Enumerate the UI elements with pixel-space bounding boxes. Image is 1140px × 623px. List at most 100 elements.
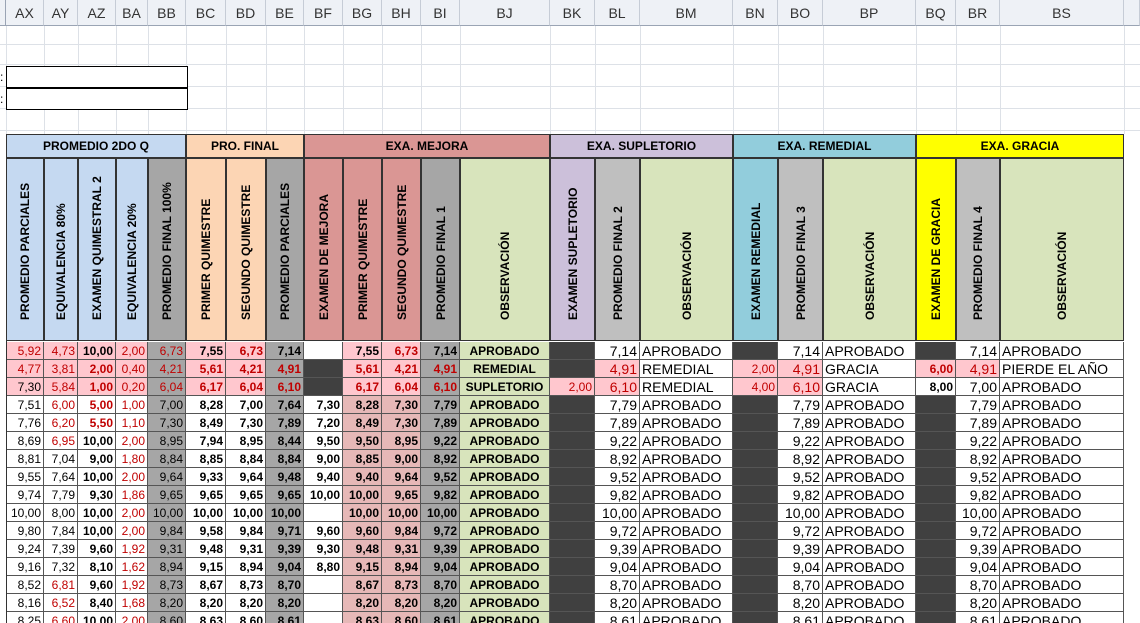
table-cell[interactable]: [550, 414, 595, 432]
table-cell[interactable]: 6,73: [382, 342, 421, 360]
table-cell[interactable]: 9,40: [343, 468, 382, 486]
column-header-bk[interactable]: BK: [550, 0, 595, 26]
table-cell[interactable]: 7,55: [343, 342, 382, 360]
table-cell[interactable]: APROBADO: [1000, 396, 1124, 414]
table-cell[interactable]: [550, 594, 595, 612]
table-cell[interactable]: APROBADO: [823, 576, 916, 594]
table-cell[interactable]: 10,00: [78, 342, 116, 360]
table-cell[interactable]: [733, 468, 778, 486]
column-header-ba[interactable]: BA: [116, 0, 148, 26]
table-cell[interactable]: 7,79: [778, 396, 823, 414]
table-cell[interactable]: APROBADO: [823, 558, 916, 576]
column-header-bf[interactable]: BF: [304, 0, 343, 26]
table-cell[interactable]: 8,40: [78, 594, 116, 612]
table-cell[interactable]: 8,00: [916, 378, 956, 396]
table-cell[interactable]: 4,91: [956, 360, 1000, 378]
table-cell[interactable]: 2,00: [78, 360, 116, 378]
table-cell[interactable]: 5,61: [343, 360, 382, 378]
table-cell[interactable]: 8,60: [148, 612, 186, 623]
table-cell[interactable]: 8,20: [778, 594, 823, 612]
table-cell[interactable]: 9,31: [382, 540, 421, 558]
table-cell[interactable]: 2,00: [550, 378, 595, 396]
table-cell[interactable]: REMEDIAL: [640, 360, 733, 378]
table-cell[interactable]: 9,60: [343, 522, 382, 540]
table-cell[interactable]: 5,50: [78, 414, 116, 432]
table-cell[interactable]: 2,00: [116, 612, 148, 623]
table-cell[interactable]: 4,21: [226, 360, 266, 378]
column-header-bi[interactable]: BI: [421, 0, 460, 26]
table-cell[interactable]: 4,00: [733, 378, 778, 396]
table-cell[interactable]: 7,89: [421, 414, 460, 432]
table-cell[interactable]: 10,00: [148, 504, 186, 522]
table-cell[interactable]: 8,49: [186, 414, 226, 432]
table-cell[interactable]: 9,60: [78, 540, 116, 558]
table-cell[interactable]: APROBADO: [823, 396, 916, 414]
table-cell[interactable]: [733, 522, 778, 540]
column-header-be[interactable]: BE: [266, 0, 304, 26]
table-cell[interactable]: APROBADO: [460, 396, 550, 414]
table-cell[interactable]: 8,94: [226, 558, 266, 576]
table-cell[interactable]: 0,20: [116, 378, 148, 396]
table-cell[interactable]: [550, 432, 595, 450]
table-cell[interactable]: [733, 450, 778, 468]
table-cell[interactable]: 8,92: [778, 450, 823, 468]
table-cell[interactable]: 8,61: [595, 612, 640, 623]
table-cell[interactable]: 8,44: [266, 432, 304, 450]
table-cell[interactable]: APROBADO: [460, 576, 550, 594]
table-cell[interactable]: 9,15: [186, 558, 226, 576]
table-cell[interactable]: 8,10: [78, 558, 116, 576]
table-cell[interactable]: APROBADO: [1000, 468, 1124, 486]
table-cell[interactable]: 8,25: [6, 612, 44, 623]
table-cell[interactable]: 8,67: [343, 576, 382, 594]
table-cell[interactable]: APROBADO: [640, 342, 733, 360]
table-cell[interactable]: [916, 558, 956, 576]
table-cell[interactable]: 8,92: [421, 450, 460, 468]
table-cell[interactable]: 7,30: [148, 414, 186, 432]
column-header-ay[interactable]: AY: [44, 0, 78, 26]
table-cell[interactable]: 8,94: [148, 558, 186, 576]
table-cell[interactable]: 8,28: [186, 396, 226, 414]
table-cell[interactable]: 9,16: [6, 558, 44, 576]
table-cell[interactable]: [733, 594, 778, 612]
table-cell[interactable]: 2,00: [116, 432, 148, 450]
table-cell[interactable]: 3,81: [44, 360, 78, 378]
column-header-bn[interactable]: BN: [733, 0, 778, 26]
table-cell[interactable]: 9,00: [304, 450, 343, 468]
table-cell[interactable]: [550, 396, 595, 414]
table-cell[interactable]: 8,20: [421, 594, 460, 612]
table-cell[interactable]: APROBADO: [1000, 504, 1124, 522]
table-cell[interactable]: 6,73: [148, 342, 186, 360]
table-cell[interactable]: 6,95: [44, 432, 78, 450]
table-cell[interactable]: 9,64: [148, 468, 186, 486]
column-header-bs[interactable]: BS: [1000, 0, 1124, 26]
table-cell[interactable]: 9,04: [595, 558, 640, 576]
table-cell[interactable]: 4,77: [6, 360, 44, 378]
table-cell[interactable]: 1,10: [116, 414, 148, 432]
table-cell[interactable]: 9,22: [421, 432, 460, 450]
table-cell[interactable]: APROBADO: [823, 450, 916, 468]
table-cell[interactable]: 8,85: [343, 450, 382, 468]
table-cell[interactable]: 8,95: [226, 432, 266, 450]
table-cell[interactable]: 9,30: [78, 486, 116, 504]
table-cell[interactable]: 9,65: [382, 486, 421, 504]
table-cell[interactable]: 9,71: [266, 522, 304, 540]
table-cell[interactable]: 9,31: [148, 540, 186, 558]
table-cell[interactable]: 7,76: [6, 414, 44, 432]
table-cell[interactable]: 8,73: [148, 576, 186, 594]
column-header-br[interactable]: BR: [956, 0, 1000, 26]
table-cell[interactable]: 9,48: [266, 468, 304, 486]
table-cell[interactable]: APROBADO: [460, 414, 550, 432]
table-cell[interactable]: 8,80: [304, 558, 343, 576]
table-cell[interactable]: 7,64: [266, 396, 304, 414]
table-cell[interactable]: 10,00: [595, 504, 640, 522]
table-cell[interactable]: APROBADO: [460, 504, 550, 522]
table-cell[interactable]: 10,00: [956, 504, 1000, 522]
table-cell[interactable]: 6,00: [916, 360, 956, 378]
table-cell[interactable]: 9,52: [421, 468, 460, 486]
table-cell[interactable]: 7,00: [226, 396, 266, 414]
table-cell[interactable]: [916, 522, 956, 540]
table-cell[interactable]: 8,61: [421, 612, 460, 623]
table-cell[interactable]: 10,00: [266, 504, 304, 522]
table-cell[interactable]: APROBADO: [460, 558, 550, 576]
table-cell[interactable]: 8,61: [956, 612, 1000, 623]
